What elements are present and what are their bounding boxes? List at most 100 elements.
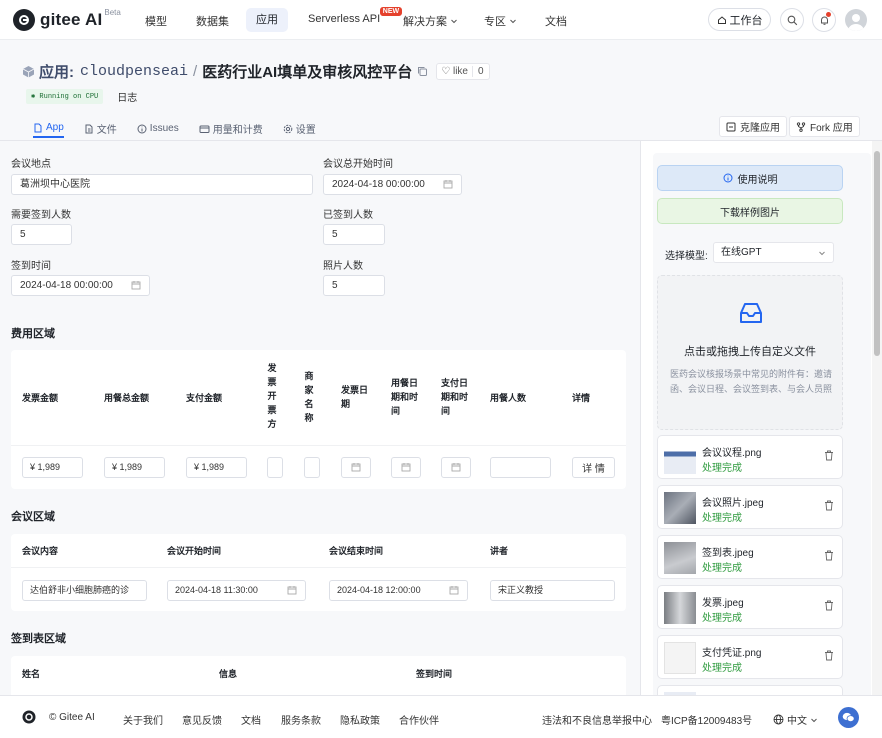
scrollbar-thumb[interactable] <box>874 151 880 356</box>
top-navbar: gitee AI Beta 模型 数据集 应用 Serverless API N… <box>0 0 882 40</box>
col-payment-amount: 支付金额 <box>186 393 223 403</box>
file-name: 会议议程.png <box>702 448 762 459</box>
nav-models[interactable]: 模型 <box>145 13 167 29</box>
nav-serverless-label: Serverless API <box>308 13 381 25</box>
detail-button[interactable]: 详 情 <box>572 457 615 478</box>
col-meal-total: 用餐总金额 <box>104 393 150 403</box>
tab-usage-billing[interactable]: 用量和计费 <box>199 119 263 138</box>
footer-about-link[interactable]: 关于我们 <box>123 712 163 727</box>
signin-time-input[interactable]: 2024-04-18 00:00:00 <box>11 275 150 296</box>
tab-app[interactable]: App <box>33 119 64 138</box>
tab-settings[interactable]: 设置 <box>283 119 316 138</box>
photo-count-input[interactable]: 5 <box>323 275 385 296</box>
trash-icon[interactable] <box>824 550 834 561</box>
clone-app-button[interactable]: 克隆应用 <box>719 116 787 137</box>
log-link[interactable]: 日志 <box>117 89 137 104</box>
user-avatar[interactable] <box>845 9 867 31</box>
merchant-name-input[interactable] <box>304 457 320 478</box>
invoice-date-input[interactable] <box>341 457 371 478</box>
nav-docs[interactable]: 文档 <box>545 13 567 29</box>
col-meeting-content: 会议内容 <box>22 546 59 556</box>
workbench-button[interactable]: 工作台 <box>708 8 771 31</box>
fork-app-button[interactable]: Fork 应用 <box>789 116 860 137</box>
start-time-input[interactable]: 2024-04-18 00:00:00 <box>323 174 462 195</box>
clone-icon <box>726 122 736 131</box>
footer-docs-link[interactable]: 文档 <box>241 712 261 727</box>
download-sample-button[interactable]: 下载样例图片 <box>657 198 843 224</box>
calendar-icon <box>401 463 411 472</box>
language-select[interactable]: 中文 <box>773 712 818 727</box>
footer-icp-link[interactable]: 粤ICP备12009483号 <box>661 712 752 727</box>
page-scrollbar[interactable] <box>872 141 882 695</box>
info-circle-icon <box>723 173 732 183</box>
meal-total-input[interactable]: ¥ 1,989 <box>104 457 165 478</box>
upload-description: 医药会议核报场景中常见的附件有：邀请函、会议日程、会议签到表、与会人员照片、演示… <box>670 369 832 394</box>
file-status: 处理完成 <box>702 563 742 574</box>
signin-need-input[interactable]: 5 <box>11 224 72 245</box>
nav-solutions-label: 解决方案 <box>403 16 447 28</box>
speaker-input[interactable]: 宋正义教授 <box>490 580 615 601</box>
meal-datetime-input[interactable] <box>391 457 421 478</box>
tab-files[interactable]: 文件 <box>84 119 117 138</box>
running-icon: ✱ <box>31 93 36 101</box>
expense-row: ¥ 1,989 ¥ 1,989 ¥ 1,989 详 情 <box>11 446 626 489</box>
trash-icon[interactable] <box>824 500 834 511</box>
file-icon <box>34 123 42 132</box>
start-time-value: 2024-04-18 00:00:00 <box>332 179 425 190</box>
notification-button[interactable] <box>812 8 836 32</box>
file-name: 发票.jpeg <box>702 598 744 609</box>
col-meeting-end: 会议结束时间 <box>329 546 384 556</box>
file-status: 处理完成 <box>702 463 742 474</box>
nav-apps[interactable]: 应用 <box>246 8 288 32</box>
footer-feedback-link[interactable]: 意见反馈 <box>182 712 222 727</box>
nav-solutions[interactable]: 解决方案 <box>403 13 458 29</box>
footer-privacy-link[interactable]: 隐私政策 <box>340 712 380 727</box>
meeting-content-input[interactable]: 达伯舒非小细胞肺癌的诊 <box>22 580 147 601</box>
diners-input[interactable] <box>490 457 551 478</box>
model-select[interactable]: 在线GPT <box>713 242 834 263</box>
usage-guide-button[interactable]: 使用说明 <box>657 165 843 191</box>
signed-count-input[interactable]: 5 <box>323 224 385 245</box>
invoice-amount-input[interactable]: ¥ 1,989 <box>22 457 83 478</box>
nav-datasets[interactable]: 数据集 <box>196 13 229 29</box>
right-sidebar: 使用说明 下载样例图片 选择模型: 在线GPT 点击或拖拽上传自定义文件 医药会… <box>640 141 882 695</box>
like-count: 0 <box>471 66 489 77</box>
app-cube-icon <box>22 66 35 78</box>
upload-dropzone[interactable]: 点击或拖拽上传自定义文件 医药会议核报场景中常见的附件有：邀请函、会议日程、会议… <box>657 275 843 430</box>
footer-report-link[interactable]: 违法和不良信息举报中心 <box>542 712 652 727</box>
col-invoice-issuer: 发票开票方 <box>267 363 277 429</box>
payment-datetime-input[interactable] <box>441 457 471 478</box>
chat-support-button[interactable] <box>838 707 859 728</box>
chevron-down-icon <box>451 19 457 24</box>
footer-partners-link[interactable]: 合作伙伴 <box>399 712 439 727</box>
search-button[interactable] <box>780 8 804 32</box>
user-icon <box>848 14 864 31</box>
trash-icon[interactable] <box>824 600 834 611</box>
trash-icon[interactable] <box>824 650 834 661</box>
tab-usage-billing-label: 用量和计费 <box>212 125 263 136</box>
col-detail: 详情 <box>572 393 591 403</box>
nav-zones[interactable]: 专区 <box>484 13 517 29</box>
like-button[interactable]: ♡ like 0 <box>436 63 490 80</box>
signin-section-title: 签到表区域 <box>11 633 66 645</box>
nav-serverless-api[interactable]: Serverless API NEW <box>308 7 403 25</box>
file-thumbnail <box>664 542 696 574</box>
app-owner-link[interactable]: cloudpenseai <box>80 63 188 80</box>
copy-icon[interactable] <box>417 66 428 77</box>
meeting-end-input[interactable]: 2024-04-18 12:00:00 <box>329 580 468 601</box>
status-row: ✱ Running on CPU 日志 <box>26 89 137 104</box>
file-thumbnail <box>664 442 696 474</box>
calendar-icon <box>449 586 459 595</box>
location-input[interactable]: 葛洲坝中心医院 <box>11 174 313 195</box>
col-merchant-name: 商家名称 <box>304 371 314 423</box>
trash-icon[interactable] <box>824 450 834 461</box>
uploaded-file-item: 支付凭证.png 处理完成 <box>657 635 843 679</box>
tab-issues[interactable]: Issues <box>137 119 179 138</box>
gitee-logo[interactable]: gitee AI Beta <box>13 8 121 31</box>
payment-amount-input[interactable]: ¥ 1,989 <box>186 457 247 478</box>
meeting-start-input[interactable]: 2024-04-18 11:30:00 <box>167 580 306 601</box>
footer-terms-link[interactable]: 服务条款 <box>281 712 321 727</box>
invoice-issuer-input[interactable] <box>267 457 283 478</box>
meeting-start-value: 2024-04-18 11:30:00 <box>175 585 258 595</box>
col-speaker: 讲者 <box>490 546 509 556</box>
